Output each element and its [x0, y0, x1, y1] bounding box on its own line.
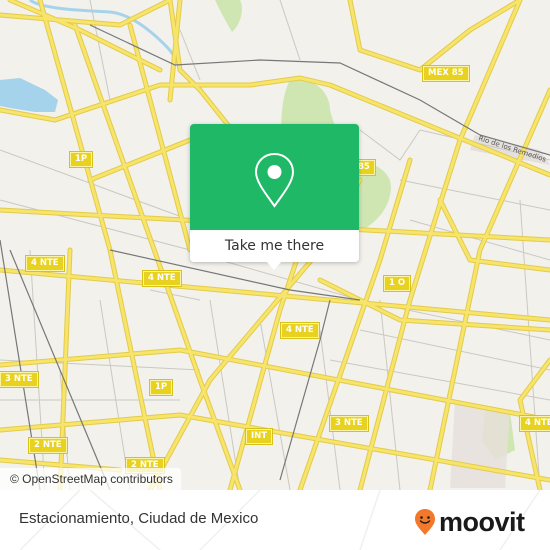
popup-header	[190, 124, 359, 230]
route-shield-4nte: 4 NTE	[142, 270, 182, 287]
moovit-wordmark: moovit	[439, 506, 525, 537]
map-attribution[interactable]: © OpenStreetMap contributors	[0, 468, 181, 490]
lake	[0, 78, 58, 112]
place-title: Estacionamiento, Ciudad de Mexico	[19, 510, 259, 527]
route-shield-mex85: MEX 85	[422, 65, 470, 82]
map-view[interactable]: Río de los Remedios MEX 85 85 1P 1P 4 NT…	[0, 0, 550, 490]
moovit-logo[interactable]: moovit	[414, 502, 525, 542]
route-shield-1p: 1P	[68, 151, 94, 168]
canal	[29, 0, 182, 71]
route-shield-3nte: 3 NTE	[329, 415, 369, 432]
route-shield-1o: 1 O	[382, 275, 412, 292]
location-popup: Take me there	[190, 124, 359, 270]
route-shield-4nte: 4 NTE	[519, 415, 550, 432]
route-shield-2nte: 2 NTE	[28, 437, 68, 454]
popup-pointer	[266, 261, 282, 270]
park-top	[215, 0, 243, 32]
route-shield-int: INT	[244, 428, 274, 445]
take-me-there-button[interactable]: Take me there	[190, 230, 359, 262]
map-pin-icon	[254, 152, 295, 208]
route-shield-3nte: 3 NTE	[0, 371, 39, 388]
moovit-pin-icon	[415, 509, 435, 535]
route-shield-4nte: 4 NTE	[280, 322, 320, 339]
take-me-there-label: Take me there	[224, 238, 325, 254]
route-shield-1p: 1P	[148, 379, 174, 396]
route-shield-4nte: 4 NTE	[25, 255, 65, 272]
